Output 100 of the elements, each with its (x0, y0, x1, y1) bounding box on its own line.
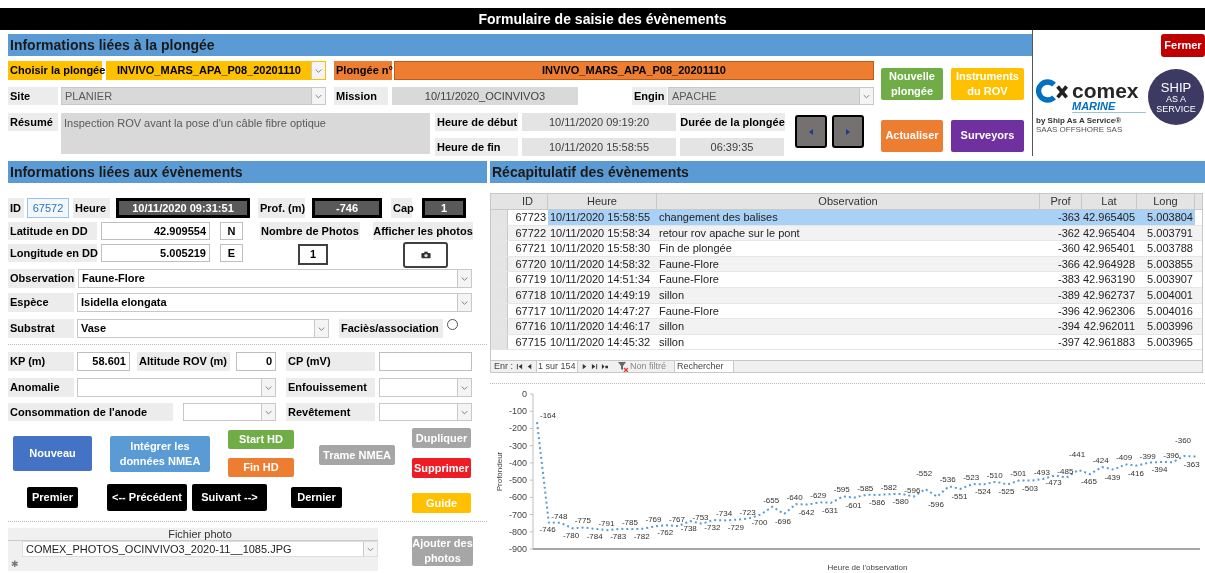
table-cell-text: 67717 (514, 303, 547, 319)
table-cell: -363 (1040, 210, 1082, 225)
dropdown-field[interactable] (183, 403, 276, 421)
input-field[interactable]: 5.005219 (101, 244, 210, 262)
table-cell: 10/11/2020 15:58:55 (548, 210, 657, 225)
table-cell: 42.965405 (1082, 210, 1137, 225)
button[interactable]: Nouveau (13, 436, 92, 471)
table-row[interactable]: 67716 10/11/2020 14:46:17 sillon -394 42.962011 5.003996 (491, 319, 1202, 335)
data-label: -791 (598, 519, 615, 529)
section-header: Informations liées à la plongée (8, 34, 1032, 56)
input-field[interactable]: 06:39:35 (680, 138, 784, 156)
table-cell-text: 10/11/2020 14:51:34 (549, 272, 652, 287)
radio-button[interactable] (447, 319, 458, 330)
data-label: -642 (798, 507, 815, 517)
input-field[interactable]: Inspection ROV avant la pose d'un câble fibre optique (61, 113, 430, 154)
column-header[interactable]: Fichier photo (22, 528, 378, 540)
caret-icon (457, 404, 471, 420)
field-label: Longitude en DD (8, 244, 97, 262)
table-cell-text: 10/11/2020 14:45:32 (549, 334, 652, 350)
table-row[interactable]: 67723 10/11/2020 15:58:55 changement des balises -363 42.965405 5.003804 (491, 210, 1202, 226)
dropdown-field[interactable] (379, 403, 472, 421)
table-cell-text: 67718 (514, 288, 547, 303)
axis-title: Heure de l'observation (827, 563, 908, 572)
button[interactable]: Supprimer (412, 458, 471, 478)
tick-label: -300 (509, 440, 527, 451)
data-label: -596 (927, 499, 944, 509)
input-field[interactable]: 1 (298, 244, 328, 265)
input-field[interactable]: 10/11/2020 09:31:51 (116, 198, 250, 218)
column-header[interactable]: Heure (548, 194, 657, 209)
dropdown-field[interactable]: Isidella elongata (77, 293, 472, 312)
data-label: -748 (551, 511, 568, 521)
input-field[interactable]: 10/11/2020 15:58:55 (522, 138, 676, 156)
next-button[interactable] (832, 115, 864, 148)
dropdown-field[interactable]: Vase (77, 319, 329, 338)
dropdown-field[interactable]: APACHE (668, 87, 874, 105)
section-header: Informations liées aux évènements (8, 161, 487, 183)
input-field[interactable]: 1 (422, 198, 466, 218)
input-field[interactable]: 67572 (27, 198, 69, 218)
column-header[interactable]: Long (1137, 194, 1195, 209)
dropdown-field[interactable] (379, 378, 472, 397)
column-header[interactable]: Observation (657, 194, 1040, 209)
data-label: -409 (1116, 453, 1133, 463)
window-title: Formulaire de saisie des évènements (478, 9, 727, 29)
tick-label: -500 (509, 475, 527, 486)
column-header[interactable]: ID (508, 194, 548, 209)
button[interactable]: <-- Précédent (107, 484, 187, 511)
table-row[interactable]: 67721 10/11/2020 15:58:30 Fin de plongée -360 42.965401 5.003788 (491, 241, 1202, 257)
table-cell: changement des balises (657, 210, 1040, 225)
table-cell-text: 67721 (514, 241, 547, 256)
input-field[interactable]: 42.909554 (101, 222, 210, 240)
caret-icon (311, 62, 325, 79)
input-field[interactable]: INVIVO_MARS_APA_P08_20201110 (394, 61, 874, 80)
dropdown-field[interactable]: Faune-Flore (78, 269, 472, 288)
input-field[interactable]: 58.601 (77, 352, 130, 371)
field-label: Mission (334, 87, 388, 105)
record-position-field[interactable]: 1 sur 154 (536, 361, 578, 372)
input-field[interactable]: 0 (236, 352, 276, 371)
data-label: -552 (916, 469, 933, 479)
section-header: Récapitulatif des évènements (490, 161, 1205, 183)
photos-button[interactable] (403, 242, 448, 268)
left-triangle-icon (807, 127, 815, 136)
table-cell-text: 10/11/2020 15:58:30 (549, 241, 652, 256)
table-row[interactable]: 67719 10/11/2020 14:51:34 Faune-Flore -383 42.963190 5.003907 (491, 272, 1202, 288)
button[interactable]: Suivant --> (192, 484, 267, 511)
previous-button[interactable] (795, 115, 827, 148)
table-cell-text: sillon (658, 334, 686, 350)
dropdown-field[interactable]: COMEX_PHOTOS_OCINVIVO3_2020-11__1085.JPG (22, 541, 378, 557)
table-cell-text: 5.003965 (1146, 334, 1194, 350)
button[interactable]: Premier (27, 487, 78, 508)
input-field[interactable] (379, 352, 472, 371)
data-label: -775 (574, 516, 591, 526)
record-label: Enr : (494, 359, 513, 373)
data-label: -493 (1033, 467, 1050, 477)
table-cell-text: 10/11/2020 14:58:32 (549, 256, 652, 272)
data-label: -416 (1127, 468, 1144, 478)
input-field[interactable]: N (220, 222, 243, 240)
field-label: Résumé (8, 113, 58, 131)
input-field[interactable]: 10/11/2020 09:19:20 (522, 113, 676, 131)
data-label: -396 (1163, 451, 1180, 461)
tick-label: -100 (509, 406, 527, 417)
data-label: -631 (822, 505, 838, 515)
input-field[interactable]: 10/11/2020_OCINVIVO3 (392, 87, 578, 105)
table-cell-text: 5.003855 (1146, 256, 1194, 272)
table-cell-text: 5.004016 (1146, 303, 1194, 319)
dropdown-field[interactable] (77, 378, 276, 397)
column-header[interactable]: Lat (1082, 194, 1137, 209)
input-field[interactable]: -746 (312, 198, 382, 218)
button[interactable]: Dernier (291, 487, 342, 508)
right-triangle-icon (844, 127, 852, 136)
button[interactable]: Surveyors (951, 119, 1024, 152)
data-label: -510 (986, 470, 1003, 480)
table-cell-text: 10/11/2020 14:47:27 (549, 303, 652, 319)
close-button[interactable]: Fermer (1161, 34, 1205, 57)
search-field[interactable]: Rechercher (674, 361, 735, 372)
field-label: Enfouissement (286, 378, 375, 397)
dropdown-field[interactable]: PLANIER (61, 87, 326, 105)
input-field[interactable]: E (220, 244, 243, 262)
dropdown-field[interactable]: INVIVO_MARS_APA_P08_20201110 (106, 61, 326, 80)
column-header[interactable]: Prof (1040, 194, 1082, 209)
tick-label: -400 (509, 457, 527, 468)
